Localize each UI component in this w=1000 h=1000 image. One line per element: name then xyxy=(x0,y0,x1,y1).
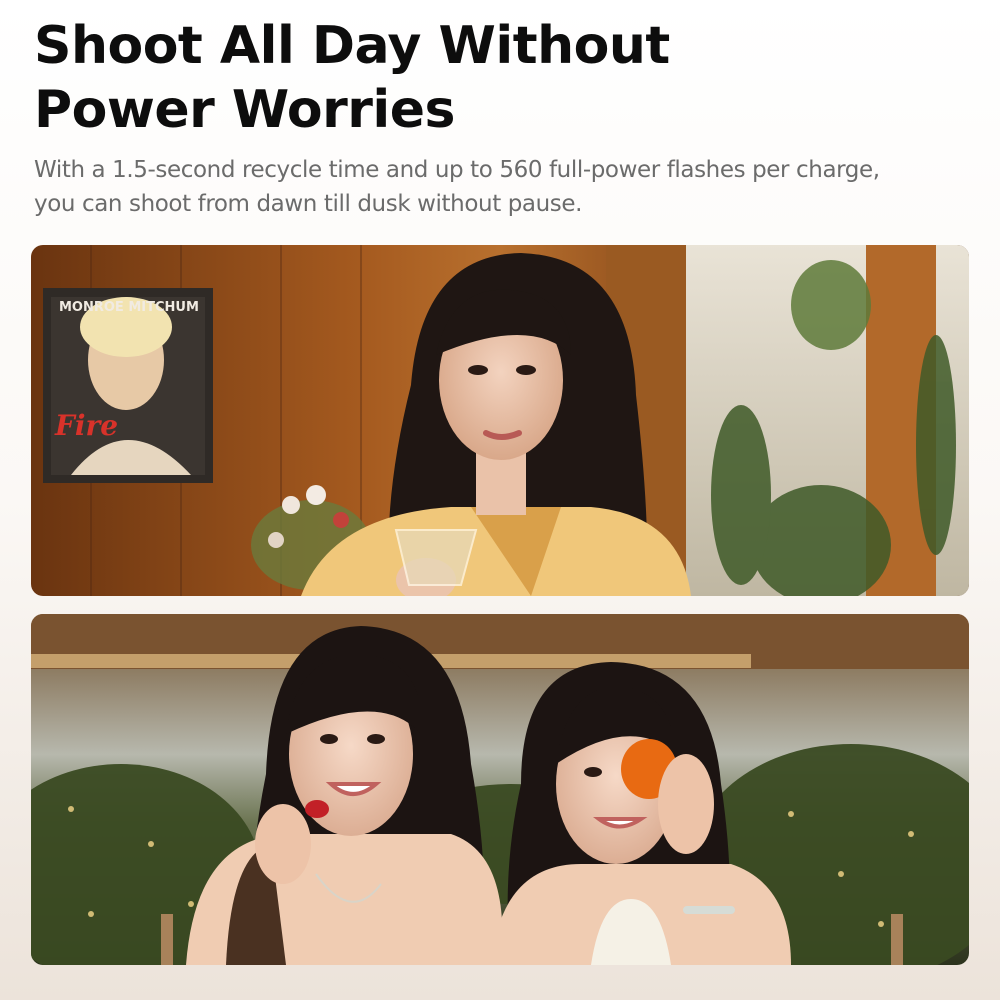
photo-two-women-smiling-image xyxy=(31,614,969,965)
photo-two-women-smiling xyxy=(31,614,969,965)
poster: MONROE MITCHUM Fire xyxy=(43,288,213,483)
poster-text: MONROE MITCHUM xyxy=(59,300,199,315)
photo-woman-with-glass-image: MONROE MITCHUM Fire xyxy=(31,245,969,596)
headline-line-1: Shoot All Day Without xyxy=(34,16,670,76)
poster-script-text: Fire xyxy=(54,409,118,442)
headline: Shoot All Day Without Power Worries xyxy=(34,14,964,142)
headline-line-2: Power Worries xyxy=(34,80,455,140)
photo-woman-with-glass: MONROE MITCHUM Fire xyxy=(31,245,969,596)
description-line-2: you can shoot from dawn till dusk withou… xyxy=(34,191,583,217)
description: With a 1.5-second recycle time and up to… xyxy=(34,153,974,221)
description-line-1: With a 1.5-second recycle time and up to… xyxy=(34,157,880,183)
